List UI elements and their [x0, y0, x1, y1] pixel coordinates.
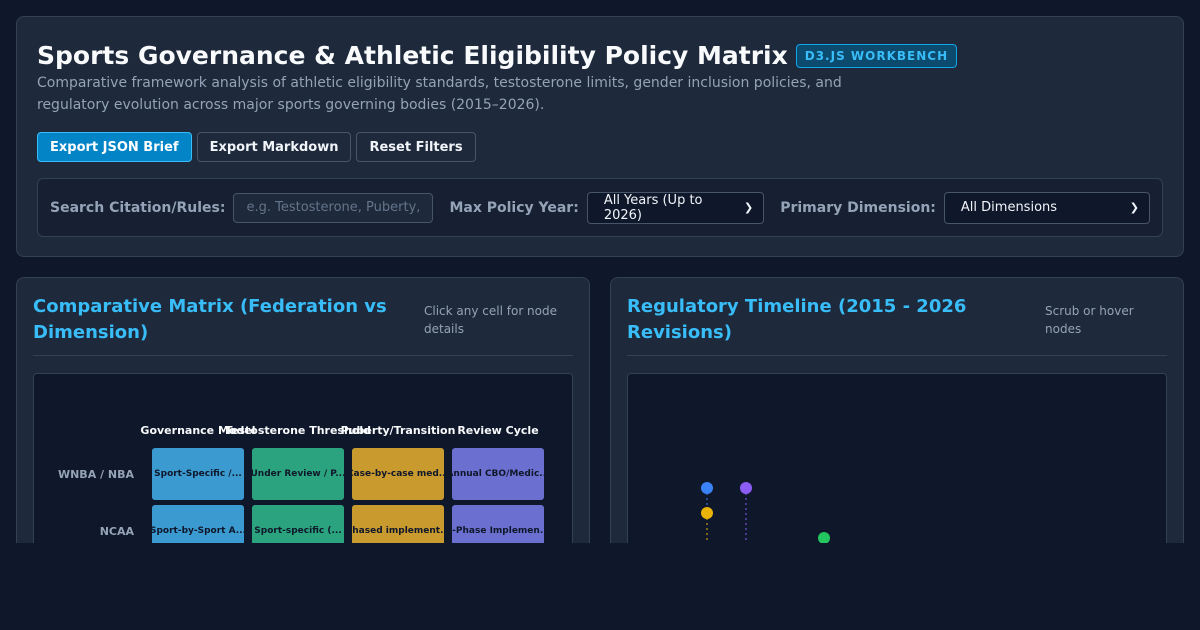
chevron-down-icon: ❯: [743, 201, 754, 214]
matrix-cell[interactable]: Case-by-case med...: [352, 448, 444, 500]
dimension-select-value: All Dimensions: [960, 200, 1058, 215]
divider: [627, 355, 1167, 356]
matrix-row-label: WNBA / NBA: [57, 468, 134, 481]
page-background-lower: [0, 543, 1200, 630]
timeline-node[interactable]: [701, 482, 713, 494]
matrix-column-header: Review Cycle: [457, 424, 539, 437]
search-label: Search Citation/Rules:: [50, 199, 226, 216]
matrix-panel: Comparative Matrix (Federation vs Dimens…: [16, 277, 590, 577]
filter-bar: Search Citation/Rules: e.g. Testosterone…: [37, 178, 1163, 237]
matrix-hint: Click any cell for node details: [424, 304, 558, 336]
timeline-hint: Scrub or hover nodes: [1045, 304, 1134, 336]
chevron-down-icon: ❯: [1129, 201, 1139, 214]
matrix-column-header: Puberty/Transition: [340, 424, 456, 437]
title-row: Sports Governance & Athletic Eligibility…: [37, 41, 958, 70]
year-label: Max Policy Year:: [449, 199, 579, 216]
divider: [33, 355, 573, 356]
page-subtitle: Comparative framework analysis of athlet…: [37, 75, 842, 113]
search-placeholder: e.g. Testosterone, Puberty, N: [246, 200, 421, 215]
action-bar: Export JSON Brief Export Markdown Reset …: [37, 132, 476, 162]
workbench-badge: D3.JS WORKBENCH: [795, 43, 958, 68]
year-select-value: All Years (Up to 2026): [603, 192, 703, 223]
timeline-title: Regulatory Timeline (2015 - 2026 Revisio…: [627, 296, 967, 343]
matrix-row-label: NCAA: [99, 525, 134, 538]
timeline-node[interactable]: [740, 482, 752, 494]
export-markdown-button[interactable]: Export Markdown: [196, 132, 352, 162]
page-title: Sports Governance & Athletic Eligibility…: [37, 41, 788, 70]
timeline-node[interactable]: [701, 507, 713, 519]
year-select[interactable]: All Years (Up to 2026) ❯: [586, 191, 765, 224]
search-input[interactable]: e.g. Testosterone, Puberty, N: [233, 192, 434, 223]
header-panel: Sports Governance & Athletic Eligibility…: [16, 16, 1184, 257]
matrix-cell[interactable]: Sport-Specific /...: [152, 448, 244, 500]
dimension-label: Primary Dimension:: [780, 199, 936, 216]
export-json-button[interactable]: Export JSON Brief: [37, 132, 192, 162]
reset-filters-button[interactable]: Reset Filters: [356, 132, 476, 162]
timeline-panel: Regulatory Timeline (2015 - 2026 Revisio…: [610, 277, 1184, 577]
matrix-title: Comparative Matrix (Federation vs Dimens…: [33, 296, 387, 343]
dimension-select[interactable]: All Dimensions ❯: [943, 191, 1150, 224]
matrix-cell[interactable]: Under Review / P...: [252, 448, 344, 500]
matrix-cell[interactable]: Annual CBO/Medic...: [452, 448, 544, 500]
